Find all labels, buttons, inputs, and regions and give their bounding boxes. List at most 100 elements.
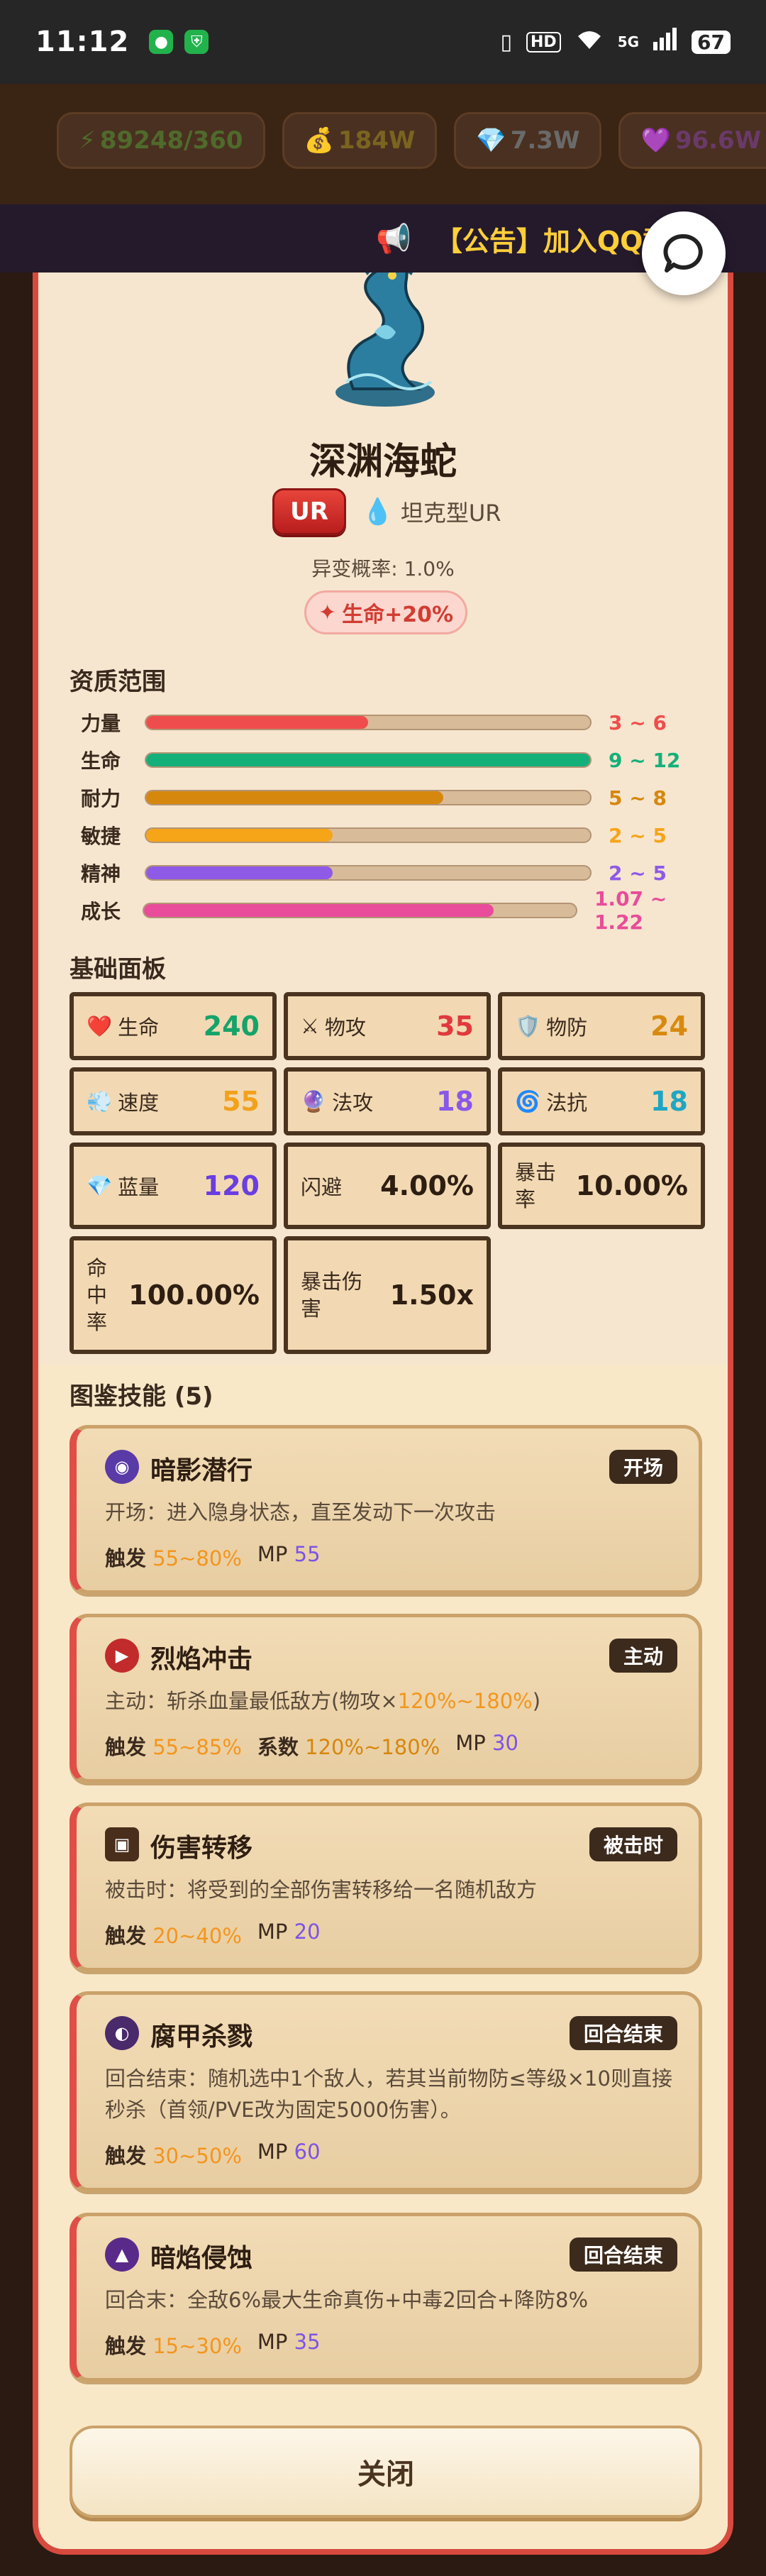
skills-title: 图鉴技能 (5) [70, 1382, 213, 1411]
stat-mana: 💎 蓝量 120 [70, 1143, 277, 1229]
shadow-icon: ◉ [105, 1450, 139, 1484]
wifi-icon [575, 28, 604, 56]
aptitude-bar-fill [146, 829, 333, 842]
aptitude-range: 2 ~ 5 [609, 861, 667, 885]
signal-icon [653, 28, 677, 56]
skill-tag: 主动 [609, 1639, 677, 1673]
chat-button[interactable] [642, 211, 726, 295]
aptitude-label: 力量 [81, 712, 121, 735]
stat-crit-rate: 暴击率 10.00% [498, 1143, 705, 1229]
stat-physical-attack: ⚔ 物攻 35 [284, 992, 491, 1060]
heart-icon: 💜 [640, 126, 671, 155]
stat-critdmg-value: 1.50x [389, 1279, 474, 1311]
megaphone-icon: 📢 [376, 222, 411, 255]
chat-bubble-icon [663, 233, 703, 273]
notification-icons: ● ⛨ [149, 30, 209, 54]
aptitude-bar [145, 827, 592, 843]
close-button[interactable]: 关闭 [70, 2426, 702, 2518]
money-bag-icon: 💰 [304, 126, 334, 155]
stat-hp-value: 240 [203, 1011, 260, 1042]
aptitude-label: 生命 [81, 749, 121, 773]
sparkle-icon: ✦ [318, 600, 337, 625]
stat-crit-damage: 暴击伤害 1.50x [284, 1236, 491, 1354]
clock: 11:12 [35, 26, 130, 58]
stat-hit-value: 100.00% [128, 1279, 260, 1311]
diamond-icon: 💎 [87, 1173, 113, 1198]
signal-label: 5G [617, 33, 640, 50]
monster-name: 深渊海蛇 [309, 441, 457, 483]
stat-hit-rate: 命中率 100.00% [70, 1236, 277, 1354]
rarity-badge: UR [272, 488, 346, 535]
rarity-row: UR 💧 坦克型UR [272, 488, 501, 535]
stat-speed: 💨 速度 55 [70, 1067, 277, 1135]
aptitude-row: 力量 3 ~ 6 [81, 708, 719, 737]
stat-patk-value: 35 [436, 1011, 474, 1042]
chat-app-icon: ● [149, 30, 174, 54]
gem-icon: 💎 [476, 126, 506, 155]
aptitude-bar [145, 865, 592, 881]
bonus-badge: ✦ 生命+20% [304, 590, 467, 634]
aptitude-range: 3 ~ 6 [609, 710, 667, 734]
gem-counter[interactable]: 💎 7.3W [454, 112, 602, 169]
aptitude-row: 生命 9 ~ 12 [81, 746, 719, 774]
aptitude-bar-fill [144, 904, 494, 917]
swords-icon: ⚔ [301, 1014, 319, 1038]
skill-tag: 回合结束 [569, 2016, 677, 2050]
skill-card[interactable]: ◐ 腐甲杀戮 回合结束 回合结束：随机选中1个敌人，若其当前物防≤等级×10则直… [70, 1991, 702, 2191]
aptitude-bar-fill [146, 791, 444, 804]
aptitude-bar [145, 715, 592, 730]
monster-type: 💧 坦克型UR [362, 497, 501, 527]
vortex-icon: ◐ [105, 2016, 139, 2050]
dark-flame-icon: ▲ [105, 2238, 139, 2272]
crystal-ball-icon: 🔮 [301, 1089, 327, 1113]
aptitude-label: 敏捷 [81, 825, 121, 848]
vibrate-icon: ▯ [500, 29, 512, 55]
energy-counter[interactable]: ⚡ 89248/360 [57, 112, 265, 169]
skill-card[interactable]: ▣ 伤害转移 被击时 被击时：将受到的全部伤害转移给一名随机敌方 触发 20~4… [70, 1802, 702, 1971]
gold-counter[interactable]: 💰 184W [282, 112, 438, 169]
aptitude-bar-fill [146, 866, 333, 879]
stat-physical-defense: 🛡️ 物防 24 [498, 992, 705, 1060]
stat-hp: ❤️ 生命 240 [70, 992, 277, 1060]
stat-pdef-value: 24 [650, 1011, 688, 1042]
skill-tag: 回合结束 [569, 2238, 677, 2272]
aptitude-row: 成长 1.07 ~ 1.22 [81, 887, 719, 934]
stat-magic-resist: 🌀 法抗 18 [498, 1067, 705, 1135]
stat-mdef-value: 18 [650, 1086, 688, 1117]
spiral-icon: 🌀 [515, 1089, 541, 1113]
water-drop-icon: 💧 [362, 497, 394, 527]
stat-speed-value: 55 [222, 1086, 260, 1117]
mutation-rate: 异变概率: 1.0% [311, 557, 455, 580]
lightning-icon: ⚡ [79, 126, 96, 155]
stat-crit-value: 10.00% [575, 1170, 688, 1201]
aptitude-range: 1.07 ~ 1.22 [594, 887, 667, 934]
flame-strike-icon: ▶ [105, 1639, 139, 1673]
wind-icon: 💨 [87, 1089, 113, 1113]
heart-icon: ❤️ [87, 1013, 113, 1038]
skill-card[interactable]: ▲ 暗焰侵蚀 回合结束 回合末：全敌6%最大生命真伤+中毒2回合+降防8% 触发… [70, 2213, 702, 2382]
stat-matk-value: 18 [436, 1086, 474, 1117]
aptitude-bar [143, 903, 577, 918]
shield-app-icon: ⛨ [184, 30, 209, 54]
system-icons: ▯ HD 5G 67 [500, 28, 731, 56]
aptitude-bar [145, 790, 592, 805]
aptitude-label: 耐力 [81, 787, 121, 810]
shield-icon: 🛡️ [515, 1013, 541, 1038]
aptitude-label: 成长 [81, 900, 121, 923]
hd-icon: HD [526, 31, 561, 53]
stat-dodge: 闪避 4.00% [284, 1143, 491, 1229]
aptitude-range: 2 ~ 5 [609, 823, 667, 847]
aptitude-range: 5 ~ 8 [609, 786, 667, 810]
resource-bar: ⚡ 89248/360 💰 184W 💎 7.3W 💜 96.6W [0, 84, 766, 204]
heart-counter[interactable]: 💜 96.6W [618, 112, 766, 169]
stat-mana-value: 120 [203, 1170, 260, 1201]
stat-magic-attack: 🔮 法攻 18 [284, 1067, 491, 1135]
skill-card[interactable]: ◉ 暗影潜行 开场 开场：进入隐身状态，直至发动下一次攻击 触发 55~80% … [70, 1425, 702, 1594]
aptitude-row: 敏捷 2 ~ 5 [81, 821, 719, 849]
panel-title: 基础面板 [70, 955, 166, 984]
skill-card[interactable]: ▶ 烈焰冲击 主动 主动：斩杀血量最低敌方(物攻×120%~180%) 触发 5… [70, 1614, 702, 1783]
skill-tag: 开场 [609, 1450, 677, 1484]
aptitude-row: 精神 2 ~ 5 [81, 859, 719, 887]
aptitude-bar-fill [146, 716, 368, 729]
aptitude-title: 资质范围 [70, 668, 166, 696]
